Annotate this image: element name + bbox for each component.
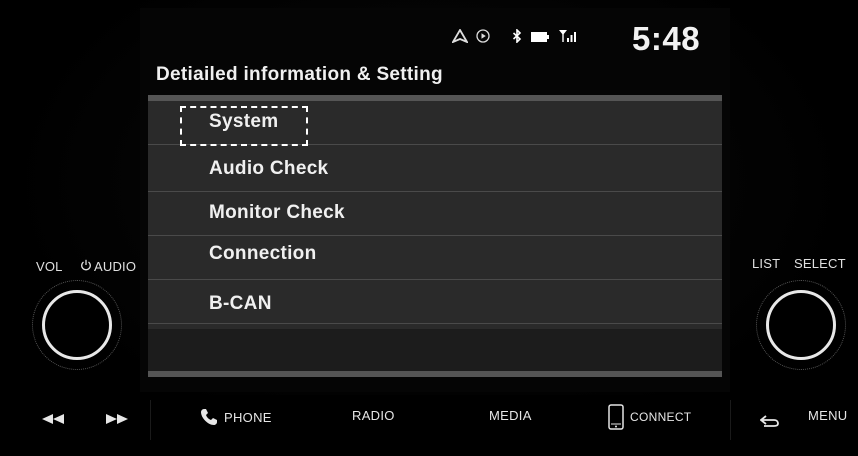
connect-label: CONNECT bbox=[630, 410, 692, 424]
audio-power-label: AUDIO bbox=[80, 259, 136, 274]
menu-item-audio-check[interactable]: Audio Check bbox=[148, 148, 722, 192]
phone-icon bbox=[200, 408, 218, 426]
menu-label: MENU bbox=[808, 408, 848, 423]
status-bar-icons bbox=[450, 18, 578, 58]
vol-label: VOL bbox=[36, 259, 63, 274]
power-icon bbox=[80, 259, 92, 274]
divider bbox=[730, 400, 731, 440]
menu-item-label: Audio Check bbox=[209, 158, 329, 179]
seek-forward-button[interactable] bbox=[106, 412, 128, 427]
audio-label: AUDIO bbox=[94, 259, 137, 274]
smartphone-icon bbox=[608, 404, 624, 430]
battery-icon bbox=[530, 30, 550, 47]
menu-item-label: Monitor Check bbox=[209, 202, 345, 223]
select-knob[interactable] bbox=[766, 290, 836, 360]
menu-button[interactable]: MENU bbox=[808, 408, 847, 423]
volume-knob[interactable] bbox=[42, 290, 112, 360]
settings-menu-list: System Audio Check Monitor Check Connect… bbox=[148, 95, 722, 377]
menu-item-label: System bbox=[209, 111, 279, 132]
seek-back-icon bbox=[42, 412, 64, 427]
seek-back-button[interactable] bbox=[42, 412, 64, 427]
media-play-icon bbox=[476, 29, 490, 47]
media-button[interactable]: MEDIA bbox=[489, 408, 532, 423]
media-label: MEDIA bbox=[489, 408, 532, 423]
page-title: Detiailed information & Setting bbox=[156, 64, 443, 85]
menu-item-b-can[interactable]: B-CAN bbox=[148, 280, 722, 324]
back-button[interactable] bbox=[760, 412, 780, 427]
back-arrow-icon bbox=[760, 412, 780, 427]
empty-menu-row bbox=[148, 329, 722, 371]
bluetooth-icon bbox=[512, 28, 522, 47]
menu-item-system[interactable]: System bbox=[148, 101, 722, 146]
navigation-arrow-icon bbox=[450, 28, 470, 47]
seek-forward-icon bbox=[106, 412, 128, 427]
phone-button[interactable]: PHONE bbox=[200, 408, 272, 426]
menu-item-label: Connection bbox=[209, 243, 317, 264]
clock: 5:48 bbox=[632, 20, 701, 57]
select-label: SELECT bbox=[794, 256, 846, 271]
divider bbox=[150, 400, 151, 440]
menu-item-connection[interactable]: Connection bbox=[148, 236, 722, 280]
radio-label: RADIO bbox=[352, 408, 395, 423]
phone-label: PHONE bbox=[224, 409, 272, 425]
menu-item-label: B-CAN bbox=[209, 293, 272, 314]
signal-icon bbox=[558, 29, 578, 47]
list-label: LIST bbox=[752, 256, 781, 271]
menu-item-monitor-check[interactable]: Monitor Check bbox=[148, 192, 722, 236]
radio-button[interactable]: RADIO bbox=[352, 408, 395, 423]
connect-button[interactable]: CONNECT bbox=[608, 404, 691, 430]
